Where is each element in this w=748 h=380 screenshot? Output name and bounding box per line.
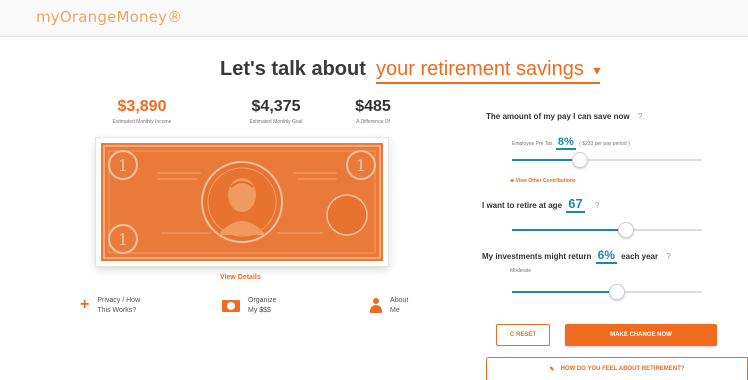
slider-thumb[interactable] bbox=[572, 152, 588, 168]
logo[interactable]: myOrangeMoney® bbox=[36, 8, 182, 26]
privacy-label: Privacy / How This Works? bbox=[97, 296, 140, 316]
slider-fill bbox=[512, 291, 617, 293]
other-contributions-link[interactable]: ⊕ View Other Contributions bbox=[510, 178, 576, 184]
feel-about-retirement-button[interactable]: ✎ HOW DO YOU FEEL ABOUT RETIREMENT? bbox=[486, 357, 748, 380]
stat-value: $3,890 bbox=[117, 98, 167, 115]
savings-slider[interactable] bbox=[512, 152, 702, 168]
about-me-link[interactable]: About Me bbox=[370, 296, 408, 316]
slider-thumb[interactable] bbox=[609, 284, 625, 300]
headline-lead: Let's talk about bbox=[220, 58, 366, 80]
plus-icon: + bbox=[80, 296, 90, 313]
make-change-button[interactable]: MAKE CHANGE NOW bbox=[565, 324, 717, 346]
stat-label: A Difference Of bbox=[356, 119, 390, 125]
organize-link[interactable]: Organize My $$$ bbox=[222, 296, 276, 316]
topic-label: your retirement savings bbox=[376, 58, 584, 80]
retire-age-slider[interactable] bbox=[512, 222, 702, 238]
stat-value: $4,375 bbox=[251, 98, 301, 115]
help-icon[interactable]: ? bbox=[666, 252, 670, 261]
slider-thumb[interactable] bbox=[618, 222, 634, 238]
slider-fill bbox=[512, 229, 626, 231]
stat-label: Estimated Monthly Goal bbox=[249, 119, 303, 125]
topic-dropdown[interactable]: your retirement savings ▾ bbox=[376, 58, 601, 84]
about-me-label: About Me bbox=[390, 296, 408, 316]
person-icon bbox=[370, 298, 382, 314]
returns-title-prefix: My investments might return bbox=[482, 252, 592, 261]
returns-slider[interactable] bbox=[512, 284, 702, 300]
privacy-link[interactable]: + Privacy / How This Works? bbox=[80, 296, 140, 316]
top-bar: myOrangeMoney® .... bbox=[0, 0, 748, 34]
stat-difference: $485 A Difference Of bbox=[328, 98, 418, 125]
retire-title-text: I want to retire at age bbox=[482, 201, 563, 210]
stat-monthly-income: $3,890 Estimated Monthly Income bbox=[92, 98, 192, 125]
returns-title-suffix: each year bbox=[621, 252, 659, 261]
privacy-label-line2: This Works? bbox=[97, 307, 137, 314]
savings-title-text: The amount of my pay I can save now bbox=[486, 112, 630, 121]
chevron-down-icon: ▾ bbox=[593, 62, 601, 78]
organize-label-line1: Organize bbox=[248, 297, 277, 304]
money-icon bbox=[222, 300, 240, 312]
dollar-bill-illustration: 1 1 1 bbox=[96, 138, 388, 266]
savings-sub-prefix: Employee Pre Tax bbox=[512, 141, 553, 147]
view-details-link[interactable]: View Details bbox=[220, 274, 261, 281]
returns-percent[interactable]: 6% bbox=[595, 248, 617, 264]
retire-title: I want to retire at age 67 ? bbox=[482, 196, 599, 213]
reset-label: RESET bbox=[516, 332, 537, 338]
reset-icon: C bbox=[509, 332, 515, 338]
plus-circle-icon: ⊕ bbox=[510, 178, 515, 184]
svg-text:1: 1 bbox=[356, 156, 366, 175]
other-contributions-label: View Other Contributions bbox=[515, 178, 576, 184]
about-me-label-line1: About bbox=[390, 297, 409, 304]
about-me-label-line2: Me bbox=[390, 307, 400, 314]
savings-percent[interactable]: 8% bbox=[555, 136, 576, 150]
retire-age[interactable]: 67 bbox=[566, 196, 585, 213]
organize-label: Organize My $$$ bbox=[248, 296, 276, 316]
returns-risk-label: Moderate bbox=[510, 268, 532, 274]
slider-fill bbox=[512, 159, 580, 161]
reset-button[interactable]: C RESET bbox=[496, 324, 550, 346]
feel-label: HOW DO YOU FEEL ABOUT RETIREMENT? bbox=[560, 366, 685, 372]
stat-value: $485 bbox=[355, 98, 391, 115]
savings-title: The amount of my pay I can save now ? bbox=[486, 112, 642, 121]
stat-monthly-goal: $4,375 Estimated Monthly Goal bbox=[226, 98, 326, 125]
privacy-label-line1: Privacy / How bbox=[97, 297, 141, 304]
edit-icon: ✎ bbox=[549, 366, 555, 373]
help-icon[interactable]: ? bbox=[595, 201, 599, 210]
svg-text:1: 1 bbox=[118, 230, 128, 249]
organize-label-line2: My $$$ bbox=[248, 307, 271, 314]
svg-text:1: 1 bbox=[118, 156, 128, 175]
logo-tagline: .... bbox=[176, 14, 182, 20]
savings-sub-suffix: ( $233 per pay period ) bbox=[579, 141, 630, 147]
dollar-bill-icon: 1 1 1 bbox=[103, 145, 381, 259]
savings-sub: Employee Pre Tax 8% ( $233 per pay perio… bbox=[512, 136, 630, 150]
stat-label: Estimated Monthly Income bbox=[112, 119, 172, 125]
returns-title: My investments might return 6% each year… bbox=[482, 248, 671, 264]
help-icon[interactable]: ? bbox=[638, 112, 642, 121]
